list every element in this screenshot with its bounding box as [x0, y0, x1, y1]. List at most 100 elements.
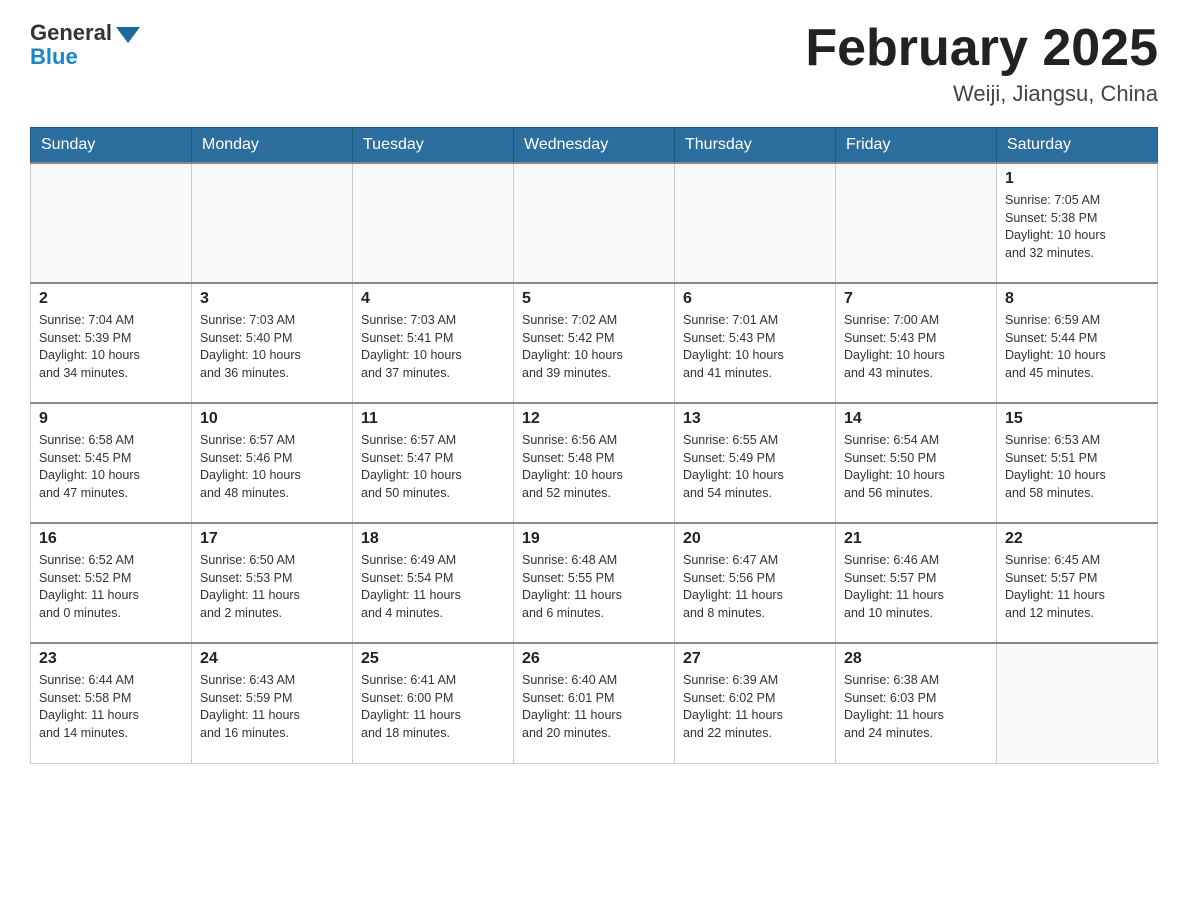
day-number: 12 [522, 410, 666, 428]
week-row-2: 2Sunrise: 7:04 AMSunset: 5:39 PMDaylight… [31, 283, 1158, 403]
week-row-3: 9 Sunrise: 6:58 AMSunset: 5:45 PMDaylight… [31, 403, 1158, 523]
calendar-cell: 25 Sunrise: 6:41 AMSunset: 6:00 PMDayligh… [353, 643, 514, 763]
calendar-cell: 16Sunrise: 6:52 AMSunset: 5:52 PMDayligh… [31, 523, 192, 643]
calendar-cell: 9 Sunrise: 6:58 AMSunset: 5:45 PMDaylight… [31, 403, 192, 523]
calendar-cell [836, 163, 997, 283]
calendar-cell: 3Sunrise: 7:03 AMSunset: 5:40 PMDaylight… [192, 283, 353, 403]
calendar-cell: 2Sunrise: 7:04 AMSunset: 5:39 PMDaylight… [31, 283, 192, 403]
day-number: 27 [683, 650, 827, 668]
day-number: 8 [1005, 290, 1149, 308]
weekday-header-saturday: Saturday [997, 128, 1158, 164]
calendar-cell: 23Sunrise: 6:44 AMSunset: 5:58 PMDayligh… [31, 643, 192, 763]
day-info: Sunrise: 6:43 AMSunset: 5:59 PMDaylight:… [200, 672, 344, 742]
logo-general-text: General [30, 20, 112, 46]
calendar-cell: 1 Sunrise: 7:05 AMSunset: 5:38 PMDaylight… [997, 163, 1158, 283]
week-row-1: 1 Sunrise: 7:05 AMSunset: 5:38 PMDaylight… [31, 163, 1158, 283]
calendar-table: SundayMondayTuesdayWednesdayThursdayFrid… [30, 127, 1158, 764]
calendar-header: SundayMondayTuesdayWednesdayThursdayFrid… [31, 128, 1158, 164]
calendar-cell: 13 Sunrise: 6:55 AMSunset: 5:49 PMDayligh… [675, 403, 836, 523]
day-info: Sunrise: 6:59 AMSunset: 5:44 PMDaylight:… [1005, 312, 1149, 382]
day-number: 7 [844, 290, 988, 308]
day-number: 11 [361, 410, 505, 428]
calendar-cell [675, 163, 836, 283]
day-info: Sunrise: 6:48 AMSunset: 5:55 PMDaylight:… [522, 552, 666, 622]
day-number: 3 [200, 290, 344, 308]
day-info: Sunrise: 6:55 AMSunset: 5:49 PMDaylight:… [683, 432, 827, 502]
day-number: 4 [361, 290, 505, 308]
day-info: Sunrise: 6:40 AMSunset: 6:01 PMDaylight:… [522, 672, 666, 742]
day-info: Sunrise: 6:57 AMSunset: 5:46 PMDaylight:… [200, 432, 344, 502]
day-info: Sunrise: 6:44 AMSunset: 5:58 PMDaylight:… [39, 672, 183, 742]
day-number: 20 [683, 530, 827, 548]
calendar-cell: 11Sunrise: 6:57 AMSunset: 5:47 PMDayligh… [353, 403, 514, 523]
calendar-cell: 27 Sunrise: 6:39 AMSunset: 6:02 PMDayligh… [675, 643, 836, 763]
weekday-header-friday: Friday [836, 128, 997, 164]
day-info: Sunrise: 6:56 AMSunset: 5:48 PMDaylight:… [522, 432, 666, 502]
day-info: Sunrise: 7:01 AMSunset: 5:43 PMDaylight:… [683, 312, 827, 382]
day-number: 22 [1005, 530, 1149, 548]
calendar-cell: 6 Sunrise: 7:01 AMSunset: 5:43 PMDaylight… [675, 283, 836, 403]
calendar-cell [353, 163, 514, 283]
calendar-cell: 15 Sunrise: 6:53 AMSunset: 5:51 PMDayligh… [997, 403, 1158, 523]
day-number: 19 [522, 530, 666, 548]
day-number: 25 [361, 650, 505, 668]
day-number: 5 [522, 290, 666, 308]
calendar-cell: 8 Sunrise: 6:59 AMSunset: 5:44 PMDaylight… [997, 283, 1158, 403]
weekday-header-sunday: Sunday [31, 128, 192, 164]
logo-top: General [30, 20, 140, 46]
weekday-header-thursday: Thursday [675, 128, 836, 164]
day-info: Sunrise: 6:46 AMSunset: 5:57 PMDaylight:… [844, 552, 988, 622]
day-info: Sunrise: 6:38 AMSunset: 6:03 PMDaylight:… [844, 672, 988, 742]
day-info: Sunrise: 6:58 AMSunset: 5:45 PMDaylight:… [39, 432, 183, 502]
location: Weiji, Jiangsu, China [805, 81, 1158, 107]
day-info: Sunrise: 7:00 AMSunset: 5:43 PMDaylight:… [844, 312, 988, 382]
weekday-header-monday: Monday [192, 128, 353, 164]
day-info: Sunrise: 7:05 AMSunset: 5:38 PMDaylight:… [1005, 192, 1149, 262]
day-number: 10 [200, 410, 344, 428]
day-info: Sunrise: 7:03 AMSunset: 5:41 PMDaylight:… [361, 312, 505, 382]
calendar-cell: 5 Sunrise: 7:02 AMSunset: 5:42 PMDaylight… [514, 283, 675, 403]
day-number: 1 [1005, 170, 1149, 188]
calendar-body: 1 Sunrise: 7:05 AMSunset: 5:38 PMDaylight… [31, 163, 1158, 763]
day-number: 24 [200, 650, 344, 668]
day-number: 21 [844, 530, 988, 548]
day-number: 14 [844, 410, 988, 428]
day-info: Sunrise: 7:02 AMSunset: 5:42 PMDaylight:… [522, 312, 666, 382]
day-number: 18 [361, 530, 505, 548]
day-info: Sunrise: 7:04 AMSunset: 5:39 PMDaylight:… [39, 312, 183, 382]
calendar-cell: 12 Sunrise: 6:56 AMSunset: 5:48 PMDayligh… [514, 403, 675, 523]
calendar-cell: 10 Sunrise: 6:57 AMSunset: 5:46 PMDayligh… [192, 403, 353, 523]
calendar-cell [192, 163, 353, 283]
day-info: Sunrise: 6:54 AMSunset: 5:50 PMDaylight:… [844, 432, 988, 502]
calendar-cell: 22 Sunrise: 6:45 AMSunset: 5:57 PMDayligh… [997, 523, 1158, 643]
week-row-4: 16Sunrise: 6:52 AMSunset: 5:52 PMDayligh… [31, 523, 1158, 643]
day-info: Sunrise: 6:47 AMSunset: 5:56 PMDaylight:… [683, 552, 827, 622]
calendar-cell [31, 163, 192, 283]
weekday-header-wednesday: Wednesday [514, 128, 675, 164]
month-title: February 2025 [805, 20, 1158, 77]
day-info: Sunrise: 6:39 AMSunset: 6:02 PMDaylight:… [683, 672, 827, 742]
calendar-cell: 28Sunrise: 6:38 AMSunset: 6:03 PMDayligh… [836, 643, 997, 763]
day-info: Sunrise: 6:52 AMSunset: 5:52 PMDaylight:… [39, 552, 183, 622]
calendar-cell: 26 Sunrise: 6:40 AMSunset: 6:01 PMDayligh… [514, 643, 675, 763]
calendar-cell [997, 643, 1158, 763]
weekday-header-row: SundayMondayTuesdayWednesdayThursdayFrid… [31, 128, 1158, 164]
calendar-cell: 4 Sunrise: 7:03 AMSunset: 5:41 PMDaylight… [353, 283, 514, 403]
page-header: General Blue February 2025 Weiji, Jiangs… [30, 20, 1158, 107]
day-info: Sunrise: 6:53 AMSunset: 5:51 PMDaylight:… [1005, 432, 1149, 502]
day-number: 6 [683, 290, 827, 308]
logo-blue-text: Blue [30, 44, 78, 70]
calendar-cell: 7 Sunrise: 7:00 AMSunset: 5:43 PMDaylight… [836, 283, 997, 403]
logo-arrow-icon [116, 27, 140, 43]
title-section: February 2025 Weiji, Jiangsu, China [805, 20, 1158, 107]
day-number: 15 [1005, 410, 1149, 428]
day-info: Sunrise: 6:45 AMSunset: 5:57 PMDaylight:… [1005, 552, 1149, 622]
day-info: Sunrise: 6:41 AMSunset: 6:00 PMDaylight:… [361, 672, 505, 742]
calendar-cell: 24 Sunrise: 6:43 AMSunset: 5:59 PMDayligh… [192, 643, 353, 763]
calendar-cell: 19 Sunrise: 6:48 AMSunset: 5:55 PMDayligh… [514, 523, 675, 643]
day-number: 26 [522, 650, 666, 668]
calendar-cell: 20 Sunrise: 6:47 AMSunset: 5:56 PMDayligh… [675, 523, 836, 643]
day-number: 13 [683, 410, 827, 428]
day-number: 9 [39, 410, 183, 428]
logo: General Blue [30, 20, 140, 70]
